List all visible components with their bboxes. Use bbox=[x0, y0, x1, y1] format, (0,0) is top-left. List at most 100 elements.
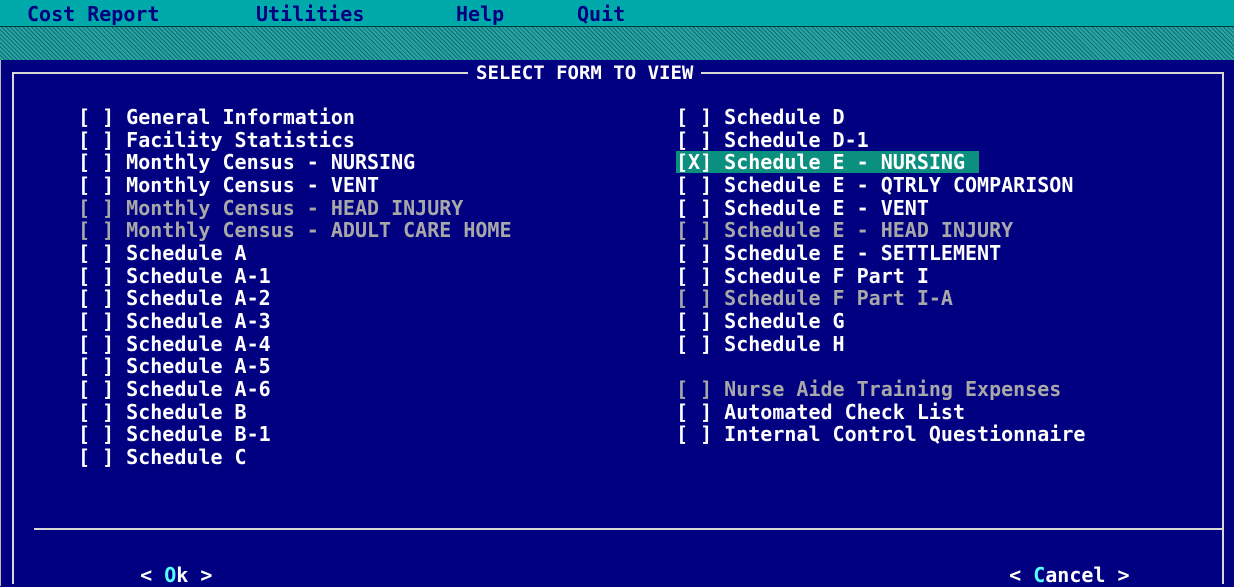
form-option-label: Facility Statistics bbox=[126, 127, 355, 152]
form-option-schedule-f-part-i-a[interactable]: [ ] Schedule F Part I-A bbox=[676, 287, 953, 309]
checkbox[interactable]: [ ] bbox=[676, 196, 712, 220]
form-option-schedule-d[interactable]: [ ] Schedule D bbox=[676, 106, 845, 128]
form-option-schedule-d-1[interactable]: [ ] Schedule D-1 bbox=[676, 129, 869, 151]
checkbox-spacer bbox=[114, 241, 126, 265]
checkbox-spacer bbox=[114, 354, 126, 378]
checkbox[interactable]: [ ] bbox=[78, 422, 114, 446]
menu-help[interactable]: Help bbox=[456, 4, 504, 24]
form-option-schedule-a-4[interactable]: [ ] Schedule A-4 bbox=[78, 333, 271, 355]
checkbox[interactable]: [X] bbox=[676, 150, 712, 174]
dialog-title: SELECT FORM TO VIEW bbox=[468, 62, 702, 84]
checkbox[interactable]: [ ] bbox=[78, 150, 114, 174]
form-option-label: Monthly Census - HEAD INJURY bbox=[126, 195, 464, 220]
form-option-label: Schedule A-2 bbox=[126, 286, 271, 311]
checkbox[interactable]: [ ] bbox=[78, 264, 114, 288]
form-option-schedule-g[interactable]: [ ] Schedule G bbox=[676, 310, 845, 332]
form-option-schedule-e-head-injury[interactable]: [ ] Schedule E - HEAD INJURY bbox=[676, 219, 1013, 241]
form-option-schedule-e-vent[interactable]: [ ] Schedule E - VENT bbox=[676, 197, 929, 219]
checkbox[interactable]: [ ] bbox=[78, 354, 114, 378]
form-option-internal-control-questionnaire[interactable]: [ ] Internal Control Questionnaire bbox=[676, 423, 1085, 445]
form-option-schedule-b[interactable]: [ ] Schedule B bbox=[78, 401, 247, 423]
form-option-facility-statistics[interactable]: [ ] Facility Statistics bbox=[78, 129, 355, 151]
checkbox[interactable]: [ ] bbox=[78, 332, 114, 356]
form-option-label: Schedule E - SETTLEMENT bbox=[724, 241, 1002, 266]
form-option-label: Schedule A-3 bbox=[126, 309, 271, 334]
form-option-label: Schedule A bbox=[126, 241, 247, 266]
form-option-label: Schedule A-5 bbox=[126, 354, 271, 379]
checkbox[interactable]: [ ] bbox=[78, 173, 114, 197]
checkbox-spacer bbox=[114, 332, 126, 356]
checkbox[interactable]: [ ] bbox=[676, 422, 712, 446]
checkbox[interactable]: [ ] bbox=[78, 445, 114, 469]
checkbox[interactable]: [ ] bbox=[78, 377, 114, 401]
checkbox[interactable]: [ ] bbox=[676, 218, 712, 242]
ok-button-open: < bbox=[140, 563, 165, 587]
checkbox-spacer bbox=[114, 128, 126, 152]
checkbox[interactable]: [ ] bbox=[676, 377, 712, 401]
form-option-schedule-a-3[interactable]: [ ] Schedule A-3 bbox=[78, 310, 271, 332]
checkbox-spacer bbox=[114, 105, 126, 129]
checkbox[interactable]: [ ] bbox=[78, 286, 114, 310]
checkbox[interactable]: [ ] bbox=[676, 128, 712, 152]
form-option-schedule-e-qtrly-comparison[interactable]: [ ] Schedule E - QTRLY COMPARISON bbox=[676, 174, 1073, 196]
checkbox[interactable]: [ ] bbox=[78, 400, 114, 424]
checkbox[interactable]: [ ] bbox=[78, 105, 114, 129]
form-option-label: Schedule H bbox=[724, 331, 845, 356]
checkbox[interactable]: [ ] bbox=[78, 196, 114, 220]
checkbox-spacer bbox=[712, 332, 724, 356]
form-option-schedule-a-5[interactable]: [ ] Schedule A-5 bbox=[78, 355, 271, 377]
dialog-right-border bbox=[1222, 72, 1224, 584]
form-option-monthly-census-head-injury[interactable]: [ ] Monthly Census - HEAD INJURY bbox=[78, 197, 463, 219]
checkbox[interactable]: [ ] bbox=[676, 173, 712, 197]
checkbox-spacer bbox=[712, 377, 724, 401]
form-option-schedule-b-1[interactable]: [ ] Schedule B-1 bbox=[78, 423, 271, 445]
form-option-schedule-a[interactable]: [ ] Schedule A bbox=[78, 242, 247, 264]
form-option-label: Schedule B bbox=[126, 399, 247, 424]
form-option-automated-check-list[interactable]: [ ] Automated Check List bbox=[676, 401, 965, 423]
form-option-schedule-e-settlement[interactable]: [ ] Schedule E - SETTLEMENT bbox=[676, 242, 1001, 264]
checkbox[interactable]: [ ] bbox=[78, 241, 114, 265]
form-option-schedule-c[interactable]: [ ] Schedule C bbox=[78, 446, 247, 468]
form-option-nurse-aide-training-expenses[interactable]: [ ] Nurse Aide Training Expenses bbox=[676, 378, 1061, 400]
ok-button-hotkey: O bbox=[164, 563, 177, 587]
menu-quit[interactable]: Quit bbox=[577, 4, 625, 24]
menu-bar: Cost Report Utilities Help Quit bbox=[0, 0, 1234, 27]
form-option-label: Schedule A-6 bbox=[126, 377, 271, 402]
checkbox[interactable]: [ ] bbox=[676, 309, 712, 333]
form-option-schedule-h[interactable]: [ ] Schedule H bbox=[676, 333, 845, 355]
checkbox-spacer bbox=[114, 309, 126, 333]
form-option-label: Schedule E - NURSING bbox=[724, 150, 965, 175]
checkbox[interactable]: [ ] bbox=[676, 400, 712, 424]
menu-cost-report[interactable]: Cost Report bbox=[27, 4, 159, 24]
menu-utilities[interactable]: Utilities bbox=[256, 4, 364, 24]
checkbox[interactable]: [ ] bbox=[676, 264, 712, 288]
checkbox[interactable]: [ ] bbox=[676, 332, 712, 356]
form-option-label: Schedule D-1 bbox=[724, 127, 869, 152]
form-option-schedule-a-6[interactable]: [ ] Schedule A-6 bbox=[78, 378, 271, 400]
cancel-button[interactable]: < Cancel > bbox=[985, 542, 1129, 587]
form-option-label: Schedule G bbox=[724, 309, 845, 334]
form-option-monthly-census-vent[interactable]: [ ] Monthly Census - VENT bbox=[78, 174, 379, 196]
form-option-schedule-f-part-i[interactable]: [ ] Schedule F Part I bbox=[676, 265, 929, 287]
checkbox-spacer bbox=[114, 286, 126, 310]
form-option-monthly-census-adult-care-home[interactable]: [ ] Monthly Census - ADULT CARE HOME bbox=[78, 219, 511, 241]
form-option-schedule-e-nursing[interactable]: [X] Schedule E - NURSING bbox=[676, 150, 979, 175]
form-option-schedule-a-2[interactable]: [ ] Schedule A-2 bbox=[78, 287, 271, 309]
checkbox[interactable]: [ ] bbox=[78, 218, 114, 242]
checkbox-spacer bbox=[114, 173, 126, 197]
form-option-schedule-a-1[interactable]: [ ] Schedule A-1 bbox=[78, 265, 271, 287]
checkbox[interactable]: [ ] bbox=[676, 286, 712, 310]
ok-button[interactable]: < Ok > bbox=[116, 542, 212, 586]
checkbox[interactable]: [ ] bbox=[78, 128, 114, 152]
checkbox-spacer bbox=[114, 400, 126, 424]
form-option-monthly-census-nursing[interactable]: [ ] Monthly Census - NURSING bbox=[78, 151, 415, 173]
checkbox-spacer bbox=[114, 422, 126, 446]
checkbox[interactable]: [ ] bbox=[676, 105, 712, 129]
form-option-label: Internal Control Questionnaire bbox=[724, 422, 1086, 447]
checkbox-spacer bbox=[712, 400, 724, 424]
checkbox[interactable]: [ ] bbox=[78, 309, 114, 333]
cancel-button-label: ancel bbox=[1045, 563, 1106, 587]
checkbox-spacer bbox=[712, 264, 724, 288]
checkbox[interactable]: [ ] bbox=[676, 241, 712, 265]
form-option-general-information[interactable]: [ ] General Information bbox=[78, 106, 355, 128]
